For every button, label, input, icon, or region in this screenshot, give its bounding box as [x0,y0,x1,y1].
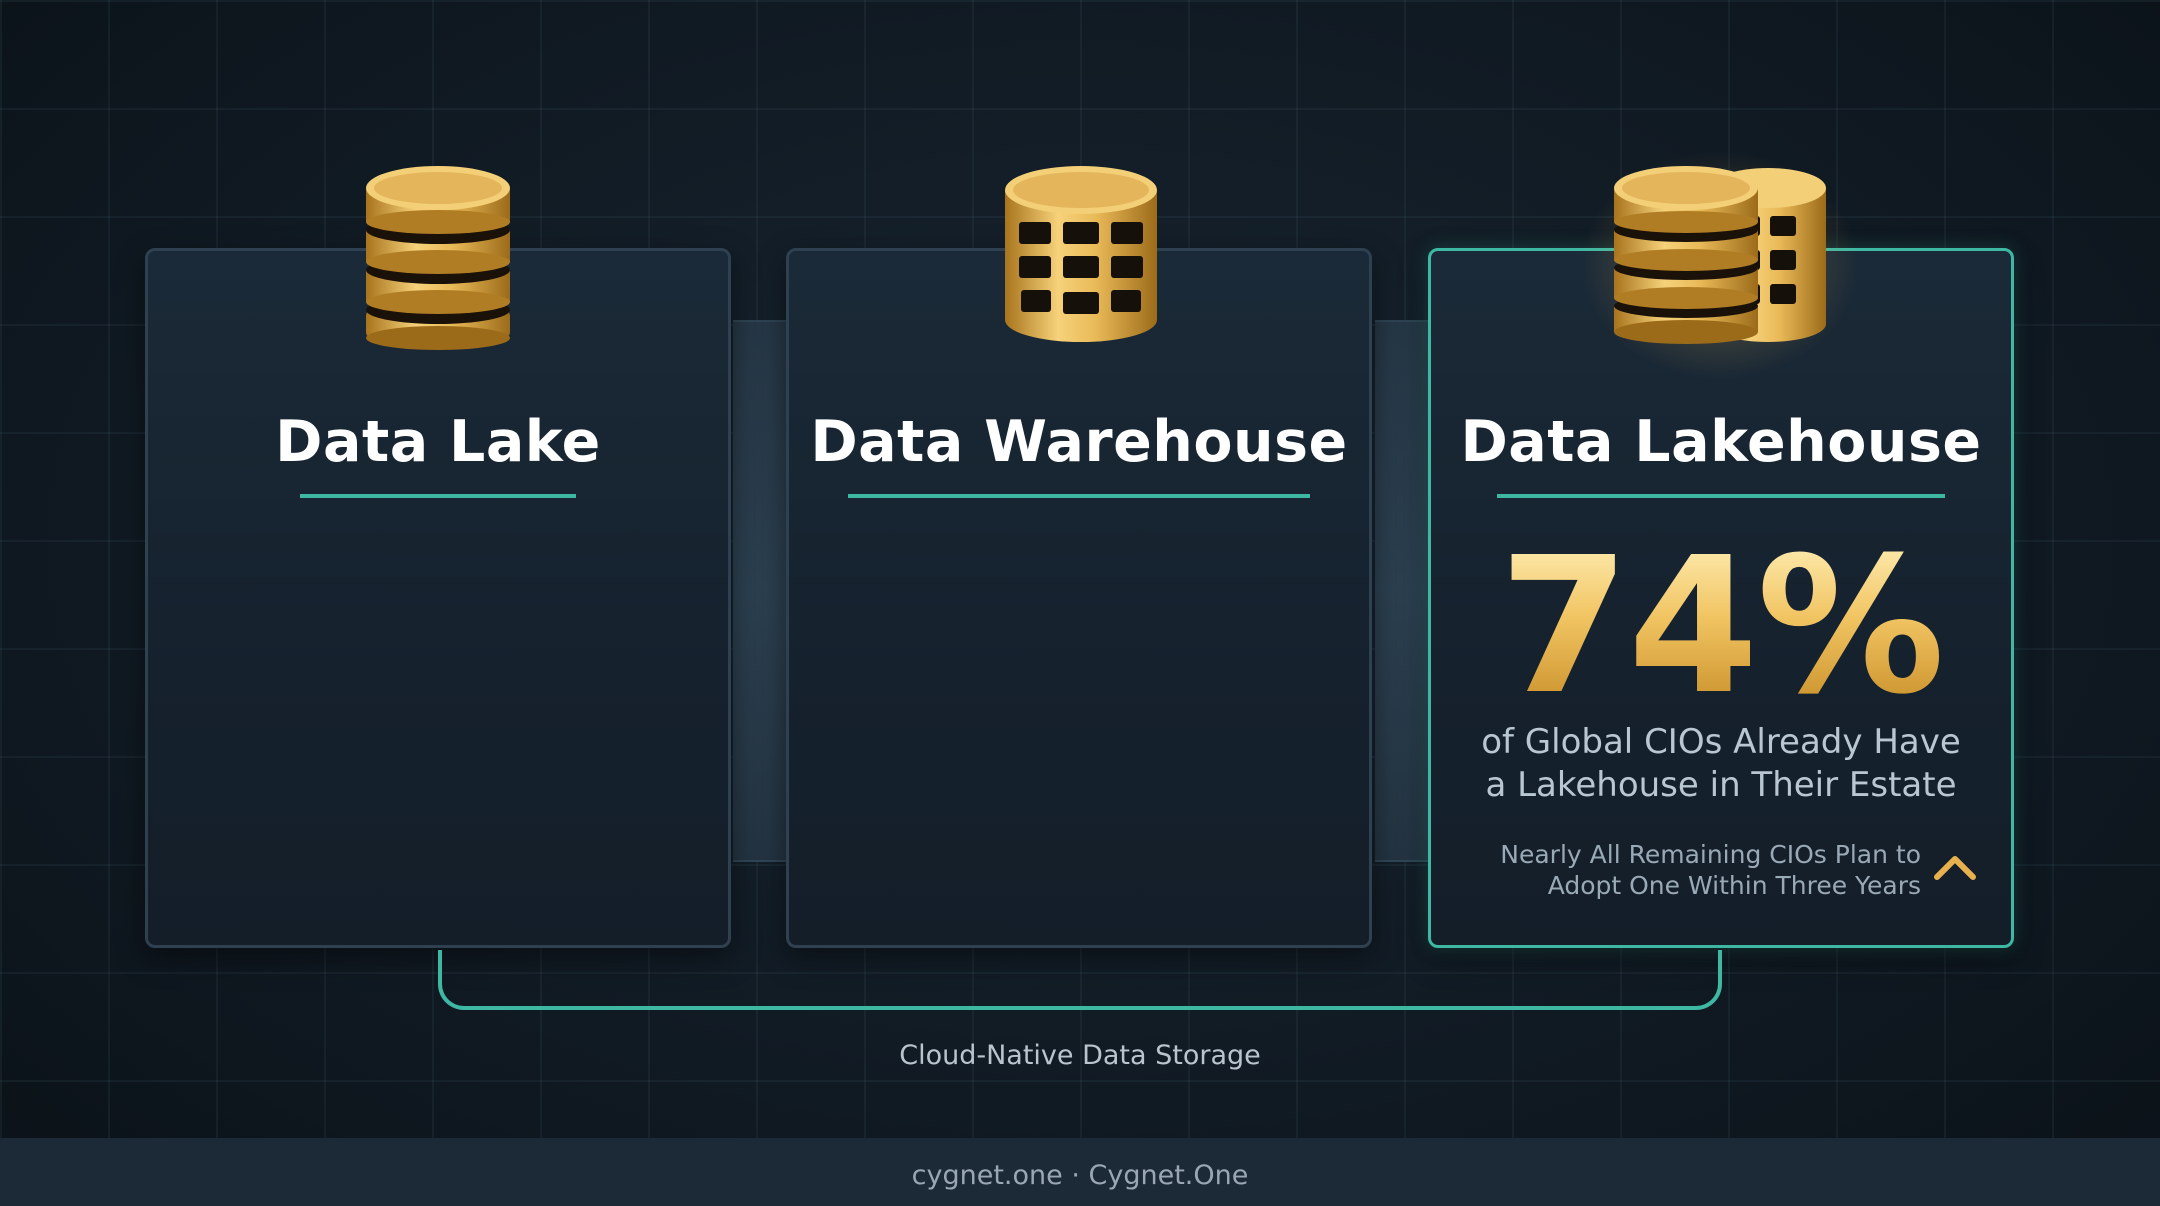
title-underline [848,494,1310,498]
database-hybrid-icon [1614,166,1826,344]
database-stack-icon [366,166,510,350]
card-title: Data Lake [275,409,601,475]
storage-bracket [438,950,1722,1010]
data-warehouse-card: Data Warehouse [786,248,1372,948]
footer-text: cygnet.one · Cygnet.One [911,1160,1249,1191]
data-lake-card: Data Lake [145,248,731,948]
stat-description-line: a Lakehouse in Their Estate [1485,765,1957,805]
adoption-note: Nearly All Remaining CIOs Plan to Adopt … [1471,839,1921,901]
card-title: Data Warehouse [810,409,1348,475]
title-underline [1497,494,1945,498]
card-connector-right [1375,320,1428,862]
bracket-caption: Cloud-Native Data Storage [899,1040,1261,1071]
card-title: Data Lakehouse [1460,409,1982,475]
stat-description-line: of Global CIOs Already Have [1481,722,1961,762]
note-line: Nearly All Remaining CIOs Plan to [1500,840,1921,869]
title-underline [300,494,576,498]
database-table-icon [1005,166,1157,342]
chevron-up-icon [1934,856,1976,880]
note-line: Adopt One Within Three Years [1547,871,1921,900]
stat-value: 74% [1431,533,2011,721]
card-connector-left [733,320,786,862]
stat-description: of Global CIOs Already Have a Lakehouse … [1431,721,2011,807]
